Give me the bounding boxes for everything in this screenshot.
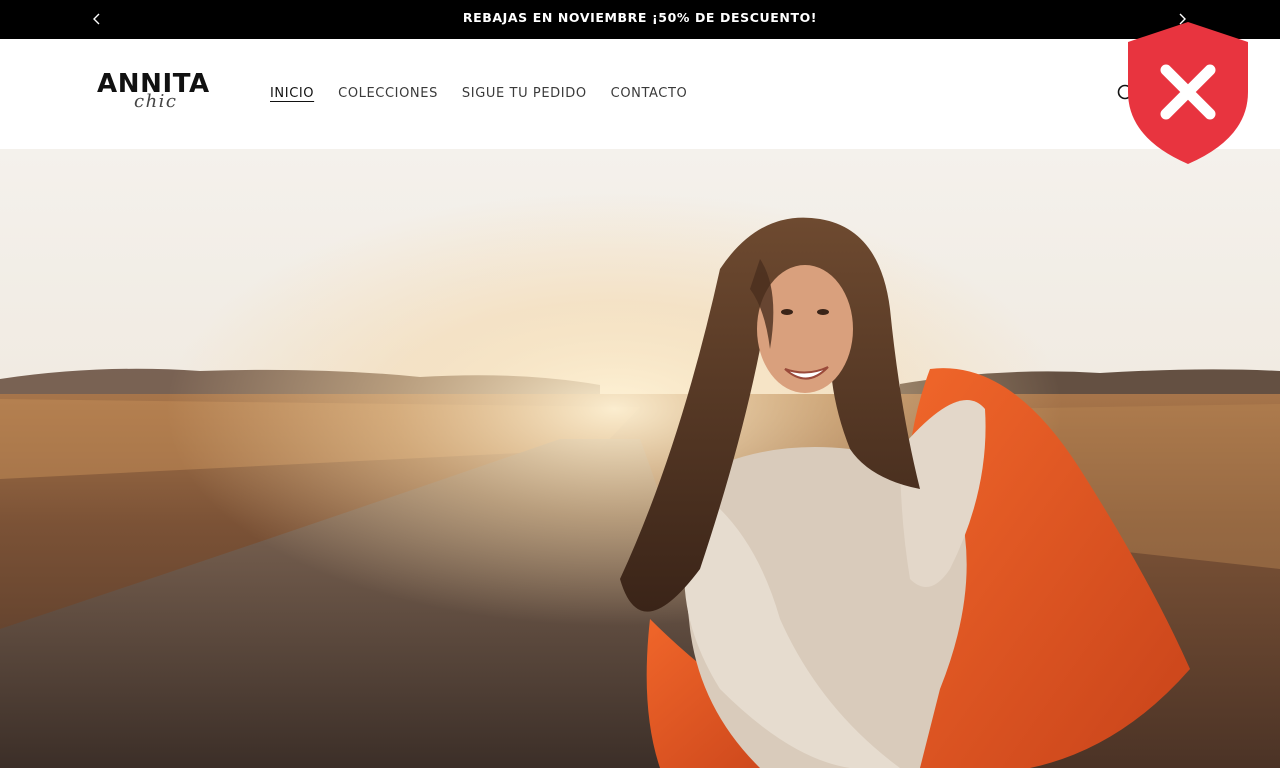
main-nav: INICIO COLECCIONES SIGUE TU PEDIDO CONTA…	[270, 86, 711, 101]
nav-item-sigue-tu-pedido[interactable]: SIGUE TU PEDIDO	[462, 86, 587, 101]
logo-script: chic	[134, 91, 178, 112]
nav-item-contacto[interactable]: CONTACTO	[611, 86, 688, 101]
site-header: ANNITA chic INICIO COLECCIONES SIGUE TU …	[0, 39, 1280, 149]
hero-banner[interactable]	[0, 149, 1280, 768]
hero-image	[0, 149, 1280, 768]
announcement-bar: REBAJAS EN NOVIEMBRE ¡50% DE DESCUENTO!	[0, 0, 1280, 39]
logo[interactable]: ANNITA chic	[97, 69, 227, 117]
announcement-text: REBAJAS EN NOVIEMBRE ¡50% DE DESCUENTO!	[462, 10, 818, 25]
nav-item-colecciones[interactable]: COLECCIONES	[338, 86, 438, 101]
shield-close-icon[interactable]	[1126, 20, 1250, 166]
nav-item-inicio[interactable]: INICIO	[270, 86, 314, 101]
